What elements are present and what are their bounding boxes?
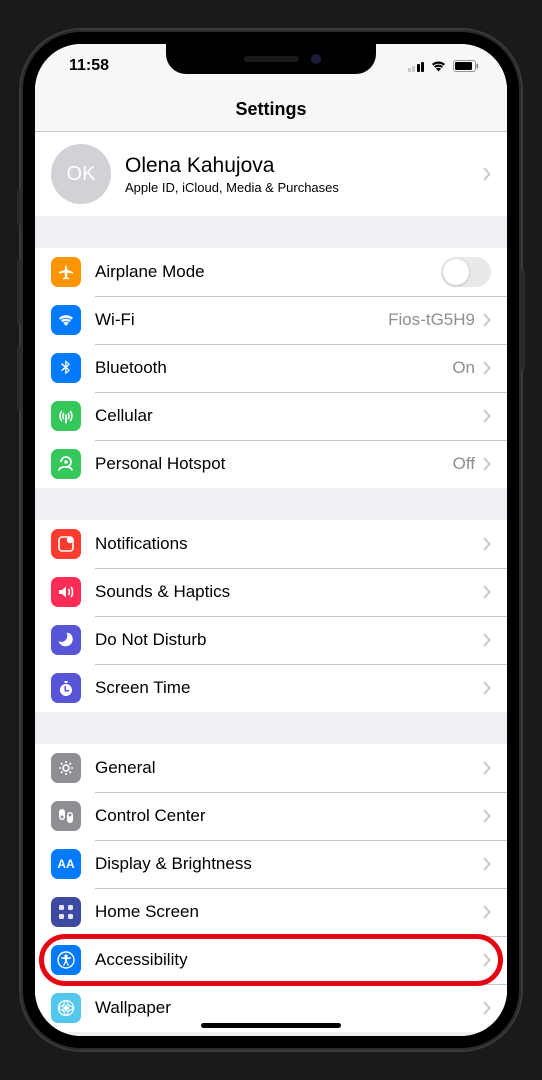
row-label: Personal Hotspot	[95, 454, 453, 474]
wifi-icon	[51, 305, 81, 335]
notch	[166, 44, 376, 74]
chevron-right-icon	[483, 633, 491, 647]
settings-row-general[interactable]: General	[35, 744, 507, 792]
chevron-right-icon	[483, 761, 491, 775]
row-label: Sounds & Haptics	[95, 582, 483, 602]
sounds-icon	[51, 577, 81, 607]
page-title: Settings	[235, 99, 306, 120]
row-detail: Off	[453, 454, 475, 474]
chevron-right-icon	[483, 585, 491, 599]
phone-frame: 11:58 Settings OK Olena Kahujova Apple ID,…	[21, 30, 521, 1050]
settings-row-airplane-mode[interactable]: Airplane Mode	[35, 248, 507, 296]
chevron-right-icon	[483, 857, 491, 871]
settings-row-screen-time[interactable]: Screen Time	[35, 664, 507, 712]
chevron-right-icon	[483, 457, 491, 471]
wifi-status-icon	[430, 60, 447, 72]
chevron-right-icon	[483, 537, 491, 551]
side-button	[17, 190, 21, 225]
dnd-icon	[51, 625, 81, 655]
row-label: General	[95, 758, 483, 778]
chevron-right-icon	[483, 681, 491, 695]
row-label: Screen Time	[95, 678, 483, 698]
avatar: OK	[51, 144, 111, 204]
chevron-right-icon	[483, 167, 491, 181]
chevron-right-icon	[483, 361, 491, 375]
settings-row-home-screen[interactable]: Home Screen	[35, 888, 507, 936]
row-label: Wallpaper	[95, 998, 483, 1018]
row-label: Bluetooth	[95, 358, 452, 378]
row-label: Display & Brightness	[95, 854, 483, 874]
side-button	[17, 345, 21, 410]
settings-row-do-not-disturb[interactable]: Do Not Disturb	[35, 616, 507, 664]
settings-row-personal-hotspot[interactable]: Personal HotspotOff	[35, 440, 507, 488]
controlcenter-icon	[51, 801, 81, 831]
row-label: Home Screen	[95, 902, 483, 922]
settings-row-sounds-haptics[interactable]: Sounds & Haptics	[35, 568, 507, 616]
side-button	[17, 260, 21, 325]
home-indicator[interactable]	[201, 1023, 341, 1028]
row-label: Notifications	[95, 534, 483, 554]
homescreen-icon	[51, 897, 81, 927]
row-label: Accessibility	[95, 950, 483, 970]
settings-row-wifi[interactable]: Wi-FiFios-tG5H9	[35, 296, 507, 344]
airplane-icon	[51, 257, 81, 287]
profile-subtitle: Apple ID, iCloud, Media & Purchases	[125, 180, 483, 195]
battery-icon	[453, 60, 479, 72]
cellular-signal-icon	[408, 60, 425, 72]
chevron-right-icon	[483, 1001, 491, 1015]
chevron-right-icon	[483, 409, 491, 423]
wallpaper-icon	[51, 993, 81, 1023]
status-time: 11:58	[69, 57, 109, 75]
row-label: Wi-Fi	[95, 310, 388, 330]
screen: 11:58 Settings OK Olena Kahujova Apple ID,…	[35, 44, 507, 1036]
settings-row-bluetooth[interactable]: BluetoothOn	[35, 344, 507, 392]
cellular-icon	[51, 401, 81, 431]
settings-row-notifications[interactable]: Notifications	[35, 520, 507, 568]
nav-header: Settings	[35, 88, 507, 132]
chevron-right-icon	[483, 313, 491, 327]
settings-row-control-center[interactable]: Control Center	[35, 792, 507, 840]
row-detail: On	[452, 358, 475, 378]
row-label: Control Center	[95, 806, 483, 826]
row-detail: Fios-tG5H9	[388, 310, 475, 330]
settings-row-cellular[interactable]: Cellular	[35, 392, 507, 440]
side-button	[521, 270, 525, 370]
switch-airplane-mode[interactable]	[441, 257, 491, 287]
chevron-right-icon	[483, 905, 491, 919]
display-icon	[51, 849, 81, 879]
profile-text: Olena Kahujova Apple ID, iCloud, Media & …	[125, 154, 483, 195]
row-label: Do Not Disturb	[95, 630, 483, 650]
profile-row[interactable]: OK Olena Kahujova Apple ID, iCloud, Media …	[35, 132, 507, 216]
settings-row-accessibility[interactable]: Accessibility	[35, 936, 507, 984]
screentime-icon	[51, 673, 81, 703]
chevron-right-icon	[483, 809, 491, 823]
hotspot-icon	[51, 449, 81, 479]
settings-content[interactable]: OK Olena Kahujova Apple ID, iCloud, Media …	[35, 132, 507, 1036]
settings-row-display-brightness[interactable]: Display & Brightness	[35, 840, 507, 888]
general-icon	[51, 753, 81, 783]
bluetooth-icon	[51, 353, 81, 383]
notifications-icon	[51, 529, 81, 559]
accessibility-icon	[51, 945, 81, 975]
row-label: Airplane Mode	[95, 262, 441, 282]
status-right	[408, 60, 480, 72]
profile-name: Olena Kahujova	[125, 154, 483, 178]
row-label: Cellular	[95, 406, 483, 426]
chevron-right-icon	[483, 953, 491, 967]
